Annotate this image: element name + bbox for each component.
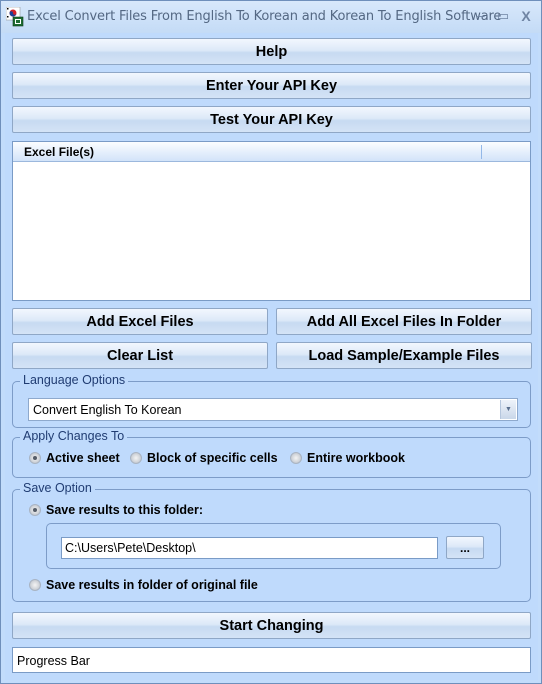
radio-label: Active sheet: [46, 451, 120, 465]
folder-path-input[interactable]: C:\Users\Pete\Desktop\: [61, 537, 438, 559]
excel-files-list[interactable]: Excel File(s): [12, 141, 531, 301]
progress-bar-label: Progress Bar: [17, 654, 90, 668]
radio-unchecked-icon: [290, 452, 302, 464]
radio-entire-workbook[interactable]: Entire workbook: [290, 451, 405, 465]
radio-checked-icon: [29, 504, 41, 516]
folder-path-group: C:\Users\Pete\Desktop\ ...: [46, 523, 501, 569]
radio-label: Entire workbook: [307, 451, 405, 465]
radio-label: Save results to this folder:: [46, 503, 203, 517]
app-icon: [6, 7, 24, 27]
column-header-excel-files[interactable]: Excel File(s): [24, 145, 94, 159]
minimize-button[interactable]: –: [470, 7, 492, 25]
test-api-key-button[interactable]: Test Your API Key: [12, 106, 531, 133]
radio-active-sheet[interactable]: Active sheet: [29, 451, 120, 465]
language-select-value: Convert English To Korean: [33, 403, 182, 417]
save-option-group: Save Option Save results to this folder:…: [12, 481, 531, 602]
language-options-group: Language Options Convert English To Kore…: [12, 373, 531, 428]
save-option-label: Save Option: [20, 481, 95, 495]
browse-folder-button[interactable]: ...: [446, 536, 484, 559]
title-bar: Excel Convert Files From English To Kore…: [1, 1, 541, 33]
list-header: Excel File(s): [13, 142, 530, 162]
add-excel-files-button[interactable]: Add Excel Files: [12, 308, 268, 335]
folder-path-value: C:\Users\Pete\Desktop\: [65, 541, 196, 555]
client-area: Help Enter Your API Key Test Your API Ke…: [5, 33, 538, 680]
radio-save-to-folder[interactable]: Save results to this folder:: [29, 503, 203, 517]
radio-unchecked-icon: [130, 452, 142, 464]
radio-save-in-original-folder[interactable]: Save results in folder of original file: [29, 578, 258, 592]
load-sample-files-button[interactable]: Load Sample/Example Files: [276, 342, 532, 369]
start-changing-button[interactable]: Start Changing: [12, 612, 531, 639]
app-window: Excel Convert Files From English To Kore…: [0, 0, 542, 684]
radio-block-of-specific-cells[interactable]: Block of specific cells: [130, 451, 278, 465]
radio-label: Block of specific cells: [147, 451, 278, 465]
help-button[interactable]: Help: [12, 38, 531, 65]
language-select[interactable]: Convert English To Korean ▼: [28, 398, 518, 421]
add-all-excel-files-in-folder-button[interactable]: Add All Excel Files In Folder: [276, 308, 532, 335]
column-separator[interactable]: [481, 145, 482, 159]
radio-label: Save results in folder of original file: [46, 578, 258, 592]
maximize-button[interactable]: ▭: [492, 7, 514, 25]
apply-changes-label: Apply Changes To: [20, 429, 128, 443]
radio-unchecked-icon: [29, 579, 41, 591]
chevron-down-icon[interactable]: ▼: [500, 400, 516, 419]
progress-bar: Progress Bar: [12, 647, 531, 673]
window-title: Excel Convert Files From English To Kore…: [27, 9, 502, 24]
close-button[interactable]: X: [515, 7, 537, 25]
radio-checked-icon: [29, 452, 41, 464]
enter-api-key-button[interactable]: Enter Your API Key: [12, 72, 531, 99]
apply-changes-group: Apply Changes To Active sheet Block of s…: [12, 429, 531, 478]
clear-list-button[interactable]: Clear List: [12, 342, 268, 369]
language-options-label: Language Options: [20, 373, 129, 387]
